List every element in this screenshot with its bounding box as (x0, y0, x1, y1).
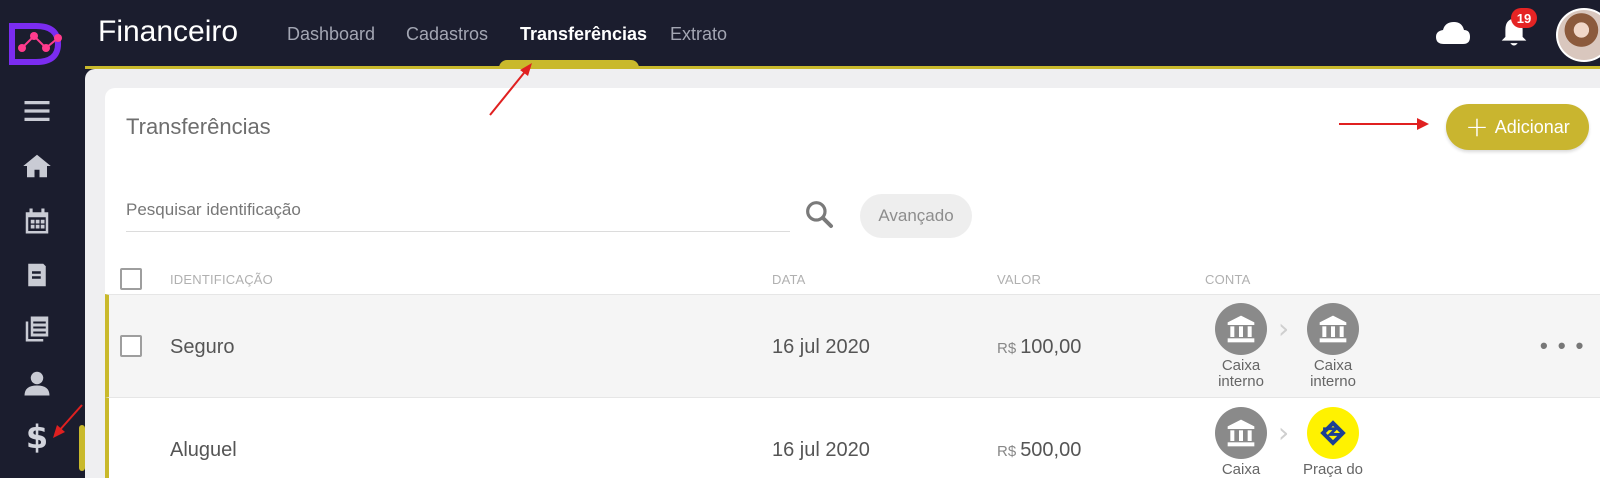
add-button[interactable]: + Adicionar (1446, 104, 1589, 150)
row-valor-amount: 500,00 (1020, 439, 1082, 461)
nav-transferencias[interactable]: Transferências (520, 24, 647, 45)
calendar-icon[interactable] (20, 204, 54, 238)
row-identificacao: Seguro (170, 336, 235, 358)
row-valor: R$ 500,00 (997, 439, 1081, 462)
bank-icon (1307, 303, 1359, 355)
home-icon[interactable] (20, 149, 54, 183)
header-identificacao[interactable]: IDENTIFICAÇÃO (170, 272, 273, 287)
row-checkbox[interactable] (120, 335, 142, 357)
advanced-button[interactable]: Avançado (860, 194, 972, 238)
dollar-symbol: $ (25, 418, 49, 456)
cloud-icon[interactable] (1435, 18, 1471, 48)
bank-icon (1215, 407, 1267, 459)
row-valor-amount: 100,00 (1020, 336, 1082, 358)
documents-icon[interactable] (20, 312, 54, 346)
table-row[interactable] (105, 398, 1600, 478)
banco-do-brasil-icon (1307, 407, 1359, 459)
header-data[interactable]: DATA (772, 272, 806, 287)
chevron-right-icon: › (1278, 312, 1290, 345)
currency-symbol: R$ (997, 443, 1017, 460)
top-navbar: Financeiro Dashboard Cadastros Transferê… (85, 0, 1600, 68)
menu-icon[interactable] (20, 94, 54, 128)
row-data: 16 jul 2020 (772, 336, 870, 358)
plus-icon: + (1465, 110, 1489, 143)
row-data: 16 jul 2020 (772, 439, 870, 461)
header-valor[interactable]: VALOR (997, 272, 1041, 287)
to-account-label: Praça do (1302, 461, 1364, 478)
dollar-icon[interactable]: $ (20, 418, 54, 456)
app-title: Financeiro (98, 15, 239, 48)
header-conta[interactable]: CONTA (1205, 272, 1251, 287)
more-options-icon[interactable]: • • • (1540, 333, 1585, 359)
currency-symbol: R$ (997, 340, 1017, 357)
search-field (126, 190, 790, 232)
app-logo[interactable] (6, 22, 62, 66)
from-account-label: Caixa interno (1218, 357, 1264, 390)
row-identificacao: Aluguel (170, 439, 237, 461)
nav-dashboard[interactable]: Dashboard (287, 24, 375, 45)
notification-badge: 19 (1511, 8, 1537, 28)
page-title: Transferências (126, 114, 271, 139)
sidebar: $ (0, 0, 85, 478)
chevron-right-icon: › (1278, 416, 1290, 449)
to-account-label: Caixa interno (1310, 357, 1356, 390)
book-icon[interactable] (20, 258, 54, 292)
select-all-checkbox[interactable] (120, 268, 142, 290)
nav-cadastros[interactable]: Cadastros (406, 24, 488, 45)
search-icon[interactable] (803, 198, 835, 230)
add-button-label: Adicionar (1494, 116, 1570, 137)
from-account-label: Caixa (1221, 461, 1261, 478)
search-input[interactable] (126, 190, 790, 230)
bank-icon (1215, 303, 1267, 355)
nav-extrato[interactable]: Extrato (670, 24, 727, 45)
user-icon[interactable] (20, 366, 54, 400)
row-valor: R$ 100,00 (997, 336, 1081, 359)
